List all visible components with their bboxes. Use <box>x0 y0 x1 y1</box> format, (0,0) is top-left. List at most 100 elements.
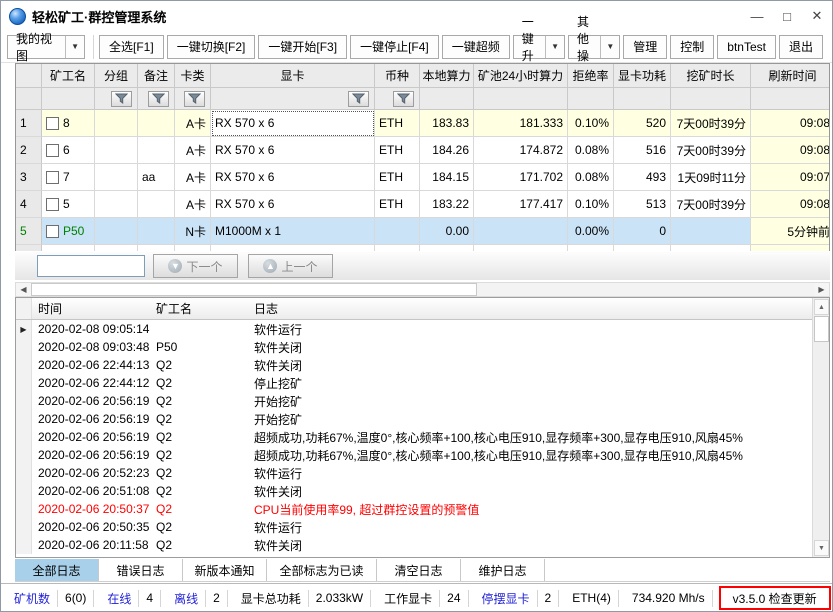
log-row[interactable]: 2020-02-06 22:44:13Q2软件关闭 <box>16 356 829 374</box>
my-view-dropdown[interactable]: 我的视图 ▼ <box>7 35 85 59</box>
tab-全部日志[interactable]: 全部日志 <box>15 559 99 581</box>
toolbar-button-一键升级[interactable]: 一键升级▼ <box>513 35 565 59</box>
toolbar-button-一键停止[F4][interactable]: 一键停止[F4] <box>350 35 439 59</box>
miner-row-2[interactable]: 26A卡RX 570 x 6ETH184.26174.8720.08%5167天… <box>16 137 829 164</box>
column-header-refresh[interactable]: 刷新时间 <box>751 64 830 88</box>
log-row[interactable]: 2020-02-08 09:03:48P50软件关闭 <box>16 338 829 356</box>
column-header-uptime[interactable]: 挖矿时长 <box>671 64 751 88</box>
row-checkbox[interactable] <box>46 117 59 130</box>
cell-group <box>95 164 138 191</box>
tab-清空日志[interactable]: 清空日志 <box>377 559 461 581</box>
status-segment: 停摆显卡 <box>475 590 538 607</box>
log-row[interactable]: 2020-02-06 20:51:08Q2软件关闭 <box>16 482 829 500</box>
tab-维护日志[interactable]: 维护日志 <box>461 559 545 581</box>
log-row[interactable]: 2020-02-06 20:50:35Q2软件运行 <box>16 518 829 536</box>
filter-cell-gpu <box>211 88 375 110</box>
column-header-power[interactable]: 显卡功耗 <box>614 64 671 88</box>
status-segment: 2 <box>538 590 560 607</box>
column-header-pool24[interactable]: 矿池24小时算力 <box>474 64 568 88</box>
toolbar-button-控制[interactable]: 控制 <box>670 35 714 59</box>
log-row[interactable]: 2020-02-06 20:56:19Q2超频成功,功耗67%,温度0°,核心频… <box>16 428 829 446</box>
miner-row-3[interactable]: 37aaA卡RX 570 x 6ETH184.15171.7020.08%493… <box>16 164 829 191</box>
log-row[interactable]: 2020-02-06 20:56:19Q2开始挖矿 <box>16 392 829 410</box>
grid-header-row: 矿工名分组备注卡类显卡币种本地算力矿池24小时算力拒绝率显卡功耗挖矿时长刷新时间 <box>16 64 829 88</box>
close-button[interactable]: ✕ <box>802 1 832 31</box>
scroll-up-icon[interactable]: ▲ <box>814 299 829 315</box>
log-row[interactable]: 2020-02-06 20:50:37Q2CPU当前使用率99, 超过群控设置的… <box>16 500 829 518</box>
miner-row-5[interactable]: 5P50N卡M1000M x 10.000.00%05分钟前 <box>16 218 829 245</box>
title-bar: 轻松矿工·群控管理系统 — □ ✕ <box>1 1 832 31</box>
miner-row-4[interactable]: 45A卡RX 570 x 6ETH183.22177.4170.10%5137天… <box>16 191 829 218</box>
cell-refresh: 09:08 <box>751 245 830 251</box>
cell-power: 0 <box>614 245 671 251</box>
column-header-group[interactable]: 分组 <box>95 64 138 88</box>
log-row[interactable]: ▶2020-02-08 09:05:14软件运行 <box>16 320 829 338</box>
log-row[interactable]: 2020-02-06 22:44:12Q2停止挖矿 <box>16 374 829 392</box>
tab-错误日志[interactable]: 错误日志 <box>99 559 183 581</box>
column-header-reject[interactable]: 拒绝率 <box>568 64 614 88</box>
search-input[interactable] <box>37 255 145 277</box>
next-button[interactable]: ▼ 下一个 <box>153 254 238 278</box>
toolbar-button-btnTest[interactable]: btnTest <box>717 35 776 59</box>
log-col-miner[interactable]: 矿工名 <box>150 298 248 319</box>
status-segment: 工作显卡 <box>377 590 440 607</box>
cell-power: 493 <box>614 164 671 191</box>
column-header-cardtype[interactable]: 卡类 <box>175 64 211 88</box>
maximize-button[interactable]: □ <box>772 1 802 31</box>
toolbar-button-一键开始[F3][interactable]: 一键开始[F3] <box>258 35 347 59</box>
toolbar-button-一键超频[interactable]: 一键超频 <box>442 35 510 59</box>
cell-gpu: M1000M x 1 <box>211 218 375 245</box>
cell-power: 513 <box>614 191 671 218</box>
filter-icon[interactable] <box>111 91 132 107</box>
scroll-down-icon[interactable]: ▼ <box>814 540 829 556</box>
toolbar-button-管理[interactable]: 管理 <box>623 35 667 59</box>
horizontal-scrollbar-thumb[interactable] <box>31 283 477 296</box>
log-col-msg[interactable]: 日志 <box>248 298 829 319</box>
tab-新版本通知[interactable]: 新版本通知 <box>183 559 267 581</box>
toolbar-button-其他操作[interactable]: 其他操作▼ <box>568 35 620 59</box>
filter-icon[interactable] <box>184 91 205 107</box>
tab-全部标志为已读[interactable]: 全部标志为已读 <box>267 559 377 581</box>
log-row[interactable]: 2020-02-06 20:56:19Q2开始挖矿 <box>16 410 829 428</box>
log-panel: 时间 矿工名 日志 ▶2020-02-08 09:05:14软件运行2020-0… <box>15 297 830 558</box>
column-header-coin[interactable]: 币种 <box>375 64 420 88</box>
column-header-gpu[interactable]: 显卡 <box>211 64 375 88</box>
column-header-local[interactable]: 本地算力 <box>420 64 474 88</box>
toolbar-button-全选[F1][interactable]: 全选[F1] <box>99 35 164 59</box>
cell-power: 520 <box>614 110 671 137</box>
row-checkbox[interactable] <box>46 198 59 211</box>
log-miner: Q2 <box>150 410 248 428</box>
filter-icon[interactable] <box>148 91 169 107</box>
vertical-scrollbar-thumb[interactable] <box>814 316 829 342</box>
scroll-right-icon[interactable]: ▶ <box>814 283 829 296</box>
miner-row-1[interactable]: 18A卡RX 570 x 6ETH183.83181.3330.10%5207天… <box>16 110 829 137</box>
log-col-time[interactable]: 时间 <box>32 298 150 319</box>
row-checkbox[interactable] <box>46 225 59 238</box>
column-header-name[interactable]: 矿工名 <box>42 64 95 88</box>
column-header-note[interactable]: 备注 <box>138 64 175 88</box>
filter-icon[interactable] <box>348 91 369 107</box>
log-row-header <box>16 428 32 446</box>
row-checkbox[interactable] <box>46 144 59 157</box>
column-header-rowhdr <box>16 64 42 88</box>
log-row-header <box>16 356 32 374</box>
previous-button[interactable]: ▲ 上一个 <box>248 254 333 278</box>
log-time: 2020-02-06 22:44:13 <box>32 356 150 374</box>
miner-row-6[interactable]: 6N卡M1000M x 10.00%009:08 <box>16 245 829 251</box>
log-row[interactable]: 2020-02-06 20:52:23Q2软件运行 <box>16 464 829 482</box>
cell-uptime <box>671 245 751 251</box>
log-row[interactable]: 2020-02-06 20:56:19Q2超频成功,功耗67%,温度0°,核心频… <box>16 446 829 464</box>
log-row[interactable]: 2020-02-06 20:11:58Q2软件关闭 <box>16 536 829 554</box>
scroll-left-icon[interactable]: ◀ <box>16 283 31 296</box>
filter-icon[interactable] <box>393 91 414 107</box>
toolbar-button-一键切换[F2][interactable]: 一键切换[F2] <box>167 35 256 59</box>
row-checkbox[interactable] <box>46 171 59 184</box>
cell-uptime: 7天00时39分 <box>671 137 751 164</box>
version-check-update-link[interactable]: v3.5.0 检查更新 <box>719 586 831 610</box>
cell-note <box>138 110 175 137</box>
vertical-scrollbar: ▲ ▼ <box>812 298 829 557</box>
toolbar-button-退出[interactable]: 退出 <box>779 35 823 59</box>
cell-refresh: 5分钟前 <box>751 218 830 245</box>
cell-refresh: 09:08 <box>751 137 830 164</box>
minimize-button[interactable]: — <box>742 1 772 31</box>
